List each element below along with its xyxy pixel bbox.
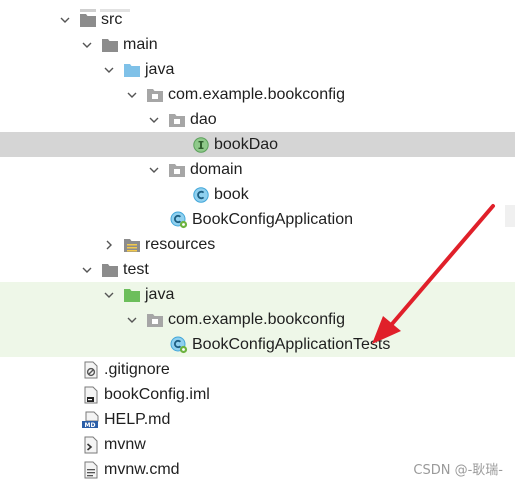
chevron-down-icon[interactable] bbox=[101, 57, 117, 82]
tree-item-label: bookDao bbox=[214, 136, 279, 153]
source-folder-icon bbox=[123, 61, 141, 79]
iml-file-icon bbox=[82, 386, 100, 404]
chevron-down-icon[interactable] bbox=[124, 82, 140, 107]
tree-item-label: test bbox=[123, 261, 149, 278]
tree-row-bookconfigapplicationtests[interactable]: BookConfigApplicationTests bbox=[0, 332, 515, 357]
gitignore-icon bbox=[82, 361, 100, 379]
tree-row-iml[interactable]: bookConfig.iml bbox=[0, 382, 515, 407]
tree-item-label: HELP.md bbox=[104, 411, 171, 428]
tree-item-label: java bbox=[145, 61, 175, 78]
folder-icon bbox=[101, 261, 119, 279]
chevron-down-icon[interactable] bbox=[124, 307, 140, 332]
project-tree: src main java com.example.bookconfig dao… bbox=[0, 0, 515, 486]
resources-folder-icon bbox=[123, 236, 141, 254]
chevron-down-icon[interactable] bbox=[79, 32, 95, 57]
chevron-down-icon[interactable] bbox=[101, 282, 117, 307]
tree-row-domain[interactable]: domain bbox=[0, 157, 515, 182]
package-icon bbox=[146, 311, 164, 329]
tree-row-test[interactable]: test bbox=[0, 257, 515, 282]
package-icon bbox=[168, 161, 186, 179]
folder-icon bbox=[79, 11, 97, 29]
folder-icon bbox=[101, 36, 119, 54]
markdown-icon: MD bbox=[82, 411, 100, 429]
package-icon bbox=[146, 86, 164, 104]
tree-item-label: resources bbox=[145, 236, 216, 253]
tree-item-label: book bbox=[214, 186, 249, 203]
tree-row-bookdao[interactable]: bookDao bbox=[0, 132, 515, 157]
tree-row-main[interactable]: main bbox=[0, 32, 515, 57]
tree-item-label: main bbox=[123, 36, 158, 53]
tree-row-resources[interactable]: resources bbox=[0, 232, 515, 257]
tree-row-package[interactable]: com.example.bookconfig bbox=[0, 82, 515, 107]
tree-item-label: com.example.bookconfig bbox=[168, 86, 345, 103]
tree-item-label: com.example.bookconfig bbox=[168, 311, 345, 328]
watermark: CSDN @-耿瑞- bbox=[413, 463, 503, 478]
tree-item-label: .gitignore bbox=[104, 361, 170, 378]
tree-item-label: dao bbox=[190, 111, 217, 128]
tree-row-test-package[interactable]: com.example.bookconfig bbox=[0, 307, 515, 332]
text-file-icon bbox=[82, 461, 100, 479]
tree-top-edge bbox=[0, 0, 515, 12]
tree-item-label: mvnw bbox=[104, 436, 146, 453]
tree-item-label: java bbox=[145, 286, 175, 303]
interface-icon bbox=[192, 136, 210, 154]
tree-row-dao[interactable]: dao bbox=[0, 107, 515, 132]
class-icon bbox=[192, 186, 210, 204]
script-icon bbox=[82, 436, 100, 454]
tree-row-book[interactable]: book bbox=[0, 182, 515, 207]
tree-row-bookconfigapplication[interactable]: BookConfigApplication bbox=[0, 207, 515, 232]
chevron-down-icon[interactable] bbox=[146, 107, 162, 132]
chevron-down-icon[interactable] bbox=[79, 257, 95, 282]
chevron-right-icon[interactable] bbox=[101, 232, 117, 257]
tree-row-test-java[interactable]: java bbox=[0, 282, 515, 307]
test-source-folder-icon bbox=[123, 286, 141, 304]
tree-item-label: BookConfigApplicationTests bbox=[192, 336, 391, 353]
tree-item-label: domain bbox=[190, 161, 243, 178]
tree-row-java[interactable]: java bbox=[0, 57, 515, 82]
tree-item-label: BookConfigApplication bbox=[192, 211, 353, 228]
tree-row-gitignore[interactable]: .gitignore bbox=[0, 357, 515, 382]
spring-boot-class-icon bbox=[170, 336, 188, 354]
spring-boot-class-icon bbox=[170, 211, 188, 229]
tree-item-label: bookConfig.iml bbox=[104, 386, 210, 403]
package-icon bbox=[168, 111, 186, 129]
tree-row-mvnw[interactable]: mvnw bbox=[0, 432, 515, 457]
chevron-down-icon[interactable] bbox=[146, 157, 162, 182]
svg-text:MD: MD bbox=[85, 422, 96, 429]
scrollbar-edge[interactable] bbox=[505, 205, 515, 227]
tree-item-label: mvnw.cmd bbox=[104, 461, 180, 478]
tree-row-help-md[interactable]: MD HELP.md bbox=[0, 407, 515, 432]
